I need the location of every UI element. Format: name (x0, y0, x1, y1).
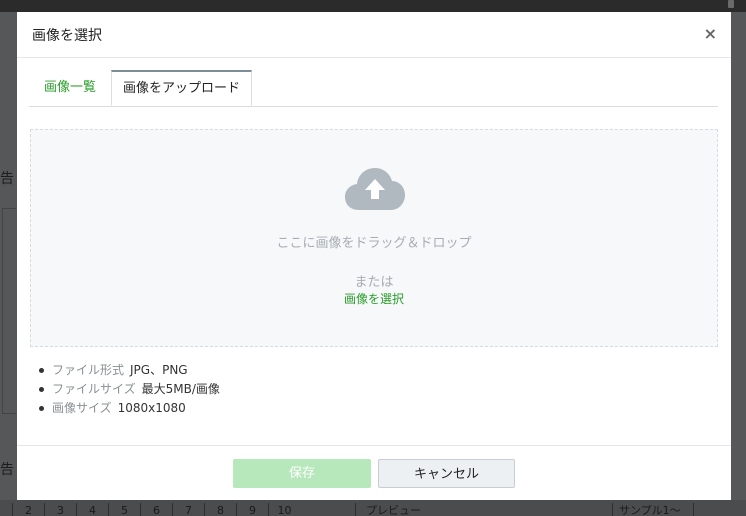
tab-upload-image[interactable]: 画像をアップロード (111, 70, 252, 106)
requirement-label: ファイルサイズ (52, 382, 136, 396)
pager-item: 5 (108, 503, 140, 516)
tab-bar: 画像一覧 画像をアップロード (29, 70, 718, 107)
upload-requirements-list: ファイル形式 JPG、PNG ファイルサイズ 最大5MB/画像 画像サイズ 10… (39, 361, 220, 418)
pager-item: 9 (236, 503, 268, 516)
modal-title: 画像を選択 (32, 28, 102, 44)
background-panel-fragment (2, 208, 16, 414)
pager-item: 8 (204, 503, 236, 516)
background-top-bar (0, 0, 746, 12)
tab-image-list[interactable]: 画像一覧 (29, 70, 111, 106)
background-sample-label: サンプル1～ (612, 503, 694, 516)
requirement-label: ファイル形式 (52, 363, 125, 377)
select-image-modal: 画像を選択 × 画像一覧 画像をアップロード ここに画像をドラッグ＆ドロップ ま… (17, 12, 731, 500)
save-button[interactable]: 保存 (233, 459, 371, 488)
pager-item: 10 (268, 503, 300, 516)
pager-item: 6 (140, 503, 172, 516)
list-item: ファイルサイズ 最大5MB/画像 (39, 380, 220, 399)
list-item: 画像サイズ 1080x1080 (39, 399, 220, 418)
bullet-icon (39, 368, 44, 373)
requirement-value: JPG、PNG (130, 363, 188, 377)
background-pager: 2 3 4 5 6 7 8 9 10 (12, 503, 300, 516)
background-right-edge (731, 12, 746, 500)
select-image-link[interactable]: 画像を選択 (31, 290, 717, 307)
background-label-fragment: 告 (0, 462, 14, 478)
background-preview-label: プレビュー (355, 503, 471, 516)
cancel-button[interactable]: キャンセル (378, 459, 515, 488)
pager-item: 7 (172, 503, 204, 516)
cloud-upload-icon (345, 168, 405, 210)
pager-item: 3 (44, 503, 76, 516)
dropzone-instruction: ここに画像をドラッグ＆ドロップ (276, 236, 472, 251)
requirement-value: 最大5MB/画像 (141, 382, 220, 396)
upload-dropzone[interactable]: ここに画像をドラッグ＆ドロップ または 画像を選択 (30, 129, 718, 347)
bullet-icon (39, 406, 44, 411)
close-icon[interactable]: × (704, 25, 717, 43)
dropzone-or-text: または (354, 275, 394, 290)
bullet-icon (39, 387, 44, 392)
pager-item: 2 (12, 503, 44, 516)
scroll-indicator (728, 0, 734, 8)
modal-header: 画像を選択 × (17, 12, 731, 58)
requirement-value: 1080x1080 (117, 401, 186, 415)
background-label-fragment: 告 (0, 171, 14, 187)
list-item: ファイル形式 JPG、PNG (39, 361, 220, 380)
pager-item: 4 (76, 503, 108, 516)
requirement-label: 画像サイズ (52, 401, 112, 415)
modal-footer: 保存 キャンセル (17, 445, 731, 501)
